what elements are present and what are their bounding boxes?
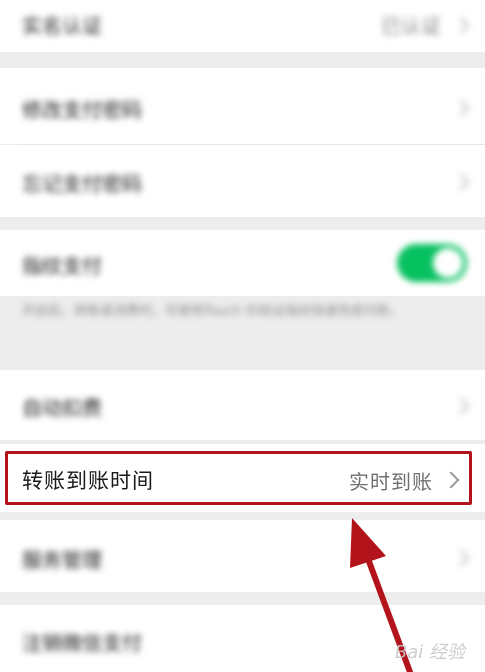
payment-settings-screen: 实名认证 已认证 修改支付密码 忘记支付密码 指纹支付 开启后，转账或消费时，可… bbox=[0, 0, 485, 672]
watermark-logo: Bai 经验 bbox=[394, 642, 465, 663]
annotation-arrow-icon bbox=[350, 518, 413, 672]
